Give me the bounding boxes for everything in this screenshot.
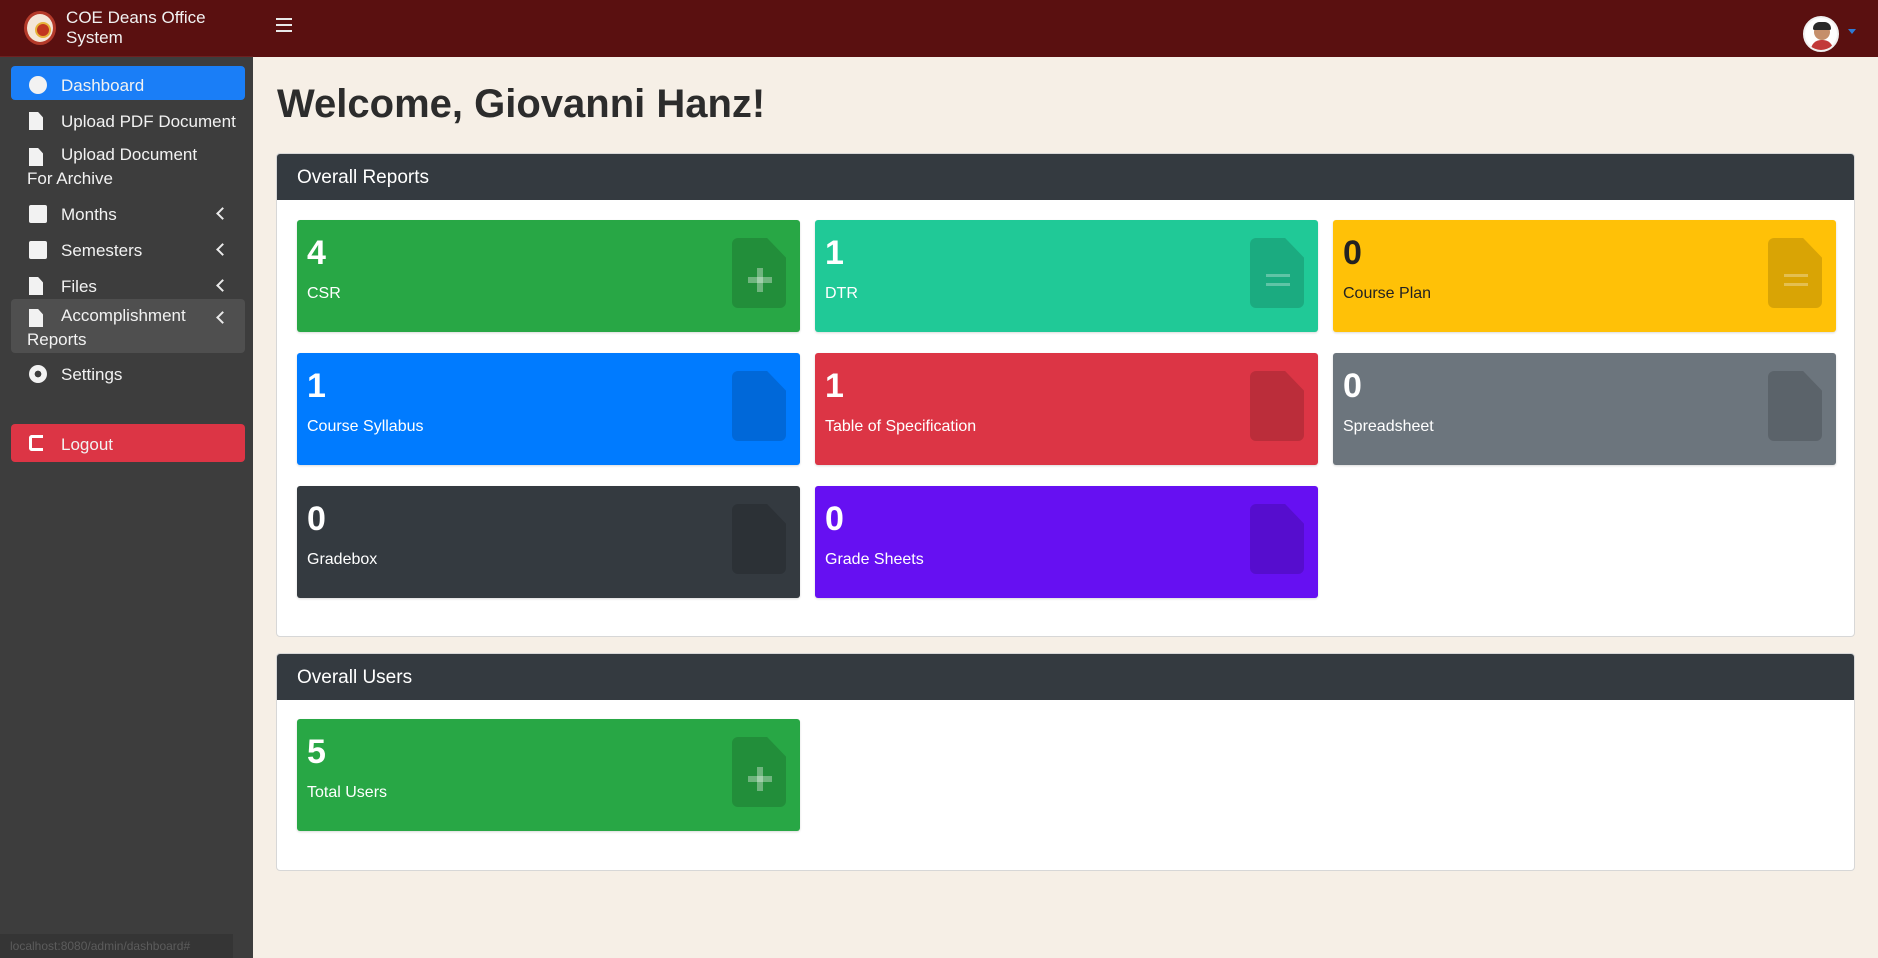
sidebar-item-label: Dashboard	[61, 76, 145, 95]
card-value: 4	[307, 234, 326, 272]
report-card-gradebox[interactable]: 0 Gradebox	[297, 486, 800, 598]
file-contract-icon	[1250, 371, 1304, 441]
card-value: 0	[1343, 234, 1362, 272]
file-invoice-icon	[1250, 238, 1304, 308]
sidebar-item-label: Months	[61, 205, 117, 224]
card-label: Table of Specification	[825, 418, 977, 435]
card-value: 5	[307, 733, 326, 771]
calendar-icon	[29, 241, 47, 259]
card-label: Grade Sheets	[825, 551, 924, 568]
brand[interactable]: COE Deans Office System	[0, 0, 253, 57]
sidebar-item-label: Upload Document For Archive	[27, 145, 198, 188]
sidebar-item-label: Semesters	[61, 241, 143, 260]
sidebar-item-dashboard[interactable]: Dashboard	[11, 66, 245, 100]
file-medical-icon	[732, 238, 786, 308]
sidebar-item-semesters[interactable]: Semesters	[11, 231, 245, 265]
file-icon	[29, 112, 43, 130]
chevron-down-icon[interactable]	[1848, 29, 1856, 34]
file-excel-icon	[1768, 371, 1822, 441]
file-icon	[29, 277, 43, 295]
sidebar-item-upload-archive[interactable]: Upload Document For Archive	[11, 138, 245, 196]
card-label: Gradebox	[307, 551, 378, 568]
sidebar-item-months[interactable]: Months	[11, 195, 245, 229]
sidebar-item-settings[interactable]: Settings	[11, 355, 245, 389]
sidebar-item-upload-pdf[interactable]: Upload PDF Document	[11, 102, 245, 136]
report-card-course-syllabus[interactable]: 1 Course Syllabus	[297, 353, 800, 465]
sidebar-item-label: Settings	[61, 365, 123, 384]
report-card-csr[interactable]: 4 CSR	[297, 220, 800, 332]
report-card-course-plan[interactable]: 0 Course Plan	[1333, 220, 1836, 332]
logout-button[interactable]: Logout	[11, 424, 245, 462]
sidebar-item-accomplishment-reports[interactable]: Accomplishment Reports	[11, 299, 245, 353]
panel-title: Overall Users	[277, 654, 1854, 700]
overall-users-panel: Overall Users 5 Total Users	[276, 653, 1855, 871]
overall-reports-panel: Overall Reports 4 CSR 1 DTR 0 Course Pla…	[276, 153, 1855, 637]
card-value: 0	[825, 500, 844, 538]
report-card-grade-sheets[interactable]: 0 Grade Sheets	[815, 486, 1318, 598]
top-navbar: COE Deans Office System	[0, 0, 1878, 57]
report-card-dtr[interactable]: 1 DTR	[815, 220, 1318, 332]
sidebar-item-label: Logout	[61, 435, 113, 454]
chevron-left-icon	[216, 207, 229, 220]
users-card-total[interactable]: 5 Total Users	[297, 719, 800, 831]
file-signature-icon	[732, 371, 786, 441]
card-value: 0	[1343, 367, 1362, 405]
card-value: 1	[825, 367, 844, 405]
card-label: Course Syllabus	[307, 418, 424, 435]
panel-title: Overall Reports	[277, 154, 1854, 200]
file-icon	[1250, 504, 1304, 574]
card-label: Course Plan	[1343, 285, 1432, 302]
file-alt-icon	[1768, 238, 1822, 308]
calendar-icon	[29, 205, 47, 223]
file-medical-icon	[732, 737, 786, 807]
card-value: 1	[307, 367, 326, 405]
file-archive-icon	[732, 504, 786, 574]
chevron-left-icon	[216, 279, 229, 292]
gears-icon	[29, 365, 47, 383]
card-value: 0	[307, 500, 326, 538]
sidebar-item-label: Upload PDF Document	[61, 112, 236, 131]
sidebar-item-label: Accomplishment Reports	[27, 306, 186, 349]
chevron-left-icon	[216, 243, 229, 256]
page-title: Welcome, Giovanni Hanz!	[277, 82, 766, 126]
dashboard-icon	[29, 76, 47, 94]
card-label: Total Users	[307, 784, 388, 801]
card-label: Spreadsheet	[1343, 418, 1434, 435]
report-card-table-of-specification[interactable]: 1 Table of Specification	[815, 353, 1318, 465]
card-label: CSR	[307, 285, 341, 302]
report-card-spreadsheet[interactable]: 0 Spreadsheet	[1333, 353, 1836, 465]
sidebar-item-files[interactable]: Files	[11, 267, 245, 301]
status-url: localhost:8080/admin/dashboard#	[0, 934, 233, 958]
brand-title: COE Deans Office System	[66, 8, 206, 47]
sidebar-item-label: Files	[61, 277, 97, 296]
menu-toggle-icon[interactable]	[276, 18, 292, 32]
brand-logo	[24, 11, 57, 45]
card-label: DTR	[825, 285, 858, 302]
sidebar: Dashboard Upload PDF Document Upload Doc…	[0, 57, 253, 958]
card-value: 1	[825, 234, 844, 272]
sign-out-icon	[29, 435, 43, 451]
user-avatar[interactable]	[1803, 16, 1839, 52]
